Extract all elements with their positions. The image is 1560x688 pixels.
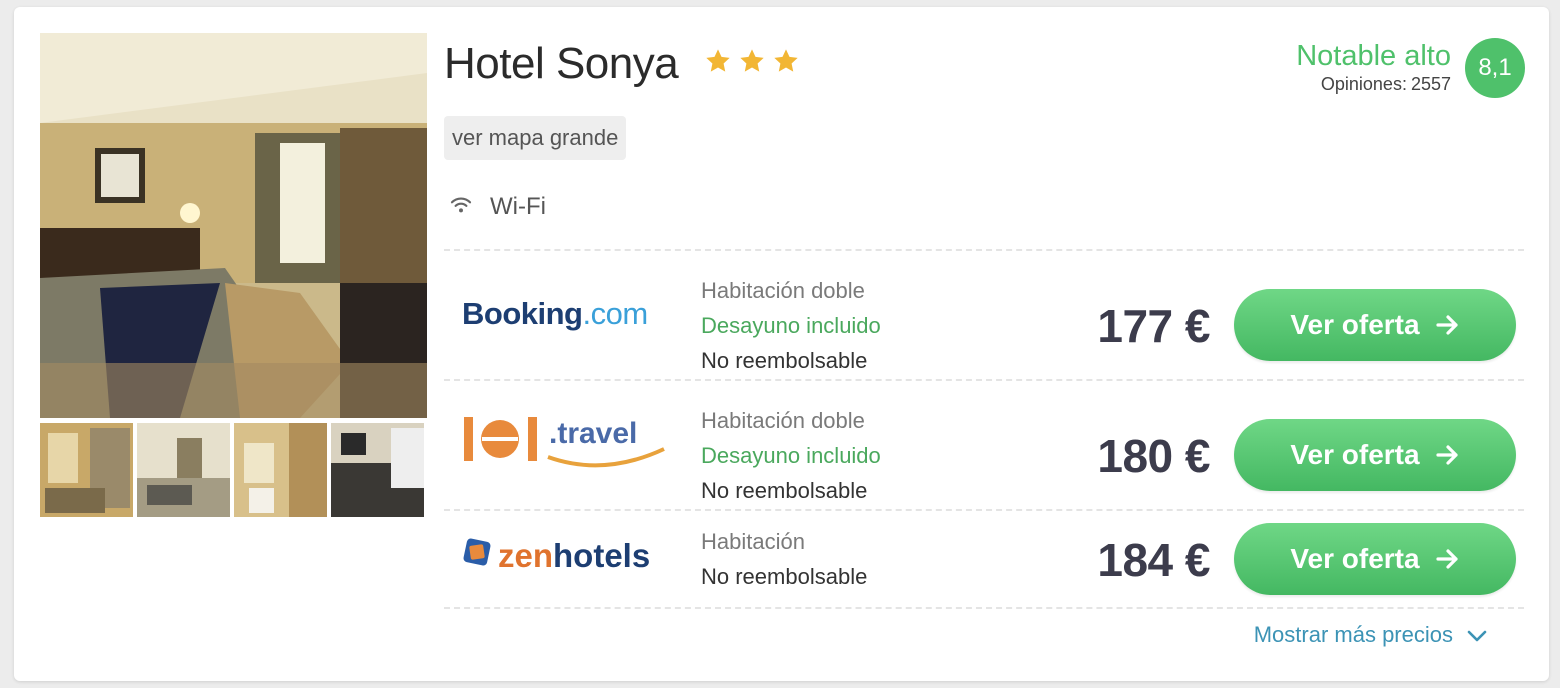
- provider-domain: .com: [582, 296, 649, 331]
- view-large-map-button[interactable]: ver mapa grande: [444, 116, 627, 160]
- offers-list: Booking.com Habitación doble Desayuno in…: [444, 249, 1524, 609]
- cancellation-policy: No reembolsable: [701, 348, 868, 373]
- room-info: Habitación No reembolsable: [701, 524, 867, 594]
- thumbnail-1[interactable]: [40, 423, 133, 517]
- provider-name: Booking: [462, 296, 583, 331]
- offer-price: 184 €: [1097, 534, 1210, 586]
- room-info: Habitación doble Desayuno incluido No re…: [701, 273, 881, 378]
- review-count-value: 2557: [1410, 74, 1451, 94]
- divider: [444, 607, 1524, 609]
- view-offer-button[interactable]: Ver oferta: [1234, 419, 1516, 491]
- room-type: Habitación doble: [701, 278, 865, 303]
- breakfast-info: Desayuno incluido: [701, 443, 881, 468]
- provider-domain: .travel: [549, 417, 637, 450]
- offer-price: 177 €: [1097, 300, 1210, 352]
- amenity-wifi: Wi-Fi: [450, 193, 546, 221]
- arrow-right-icon: [1435, 548, 1460, 570]
- room-type: Habitación doble: [701, 408, 865, 433]
- loltravel-logo[interactable]: .travel: [464, 411, 669, 478]
- offer-row: .travel Habitación doble Desayuno inclui…: [444, 381, 1524, 509]
- hotel-card: Hotel Sonya ver mapa grande Wi-Fi Notabl…: [14, 7, 1549, 681]
- amenity-label: Wi-Fi: [490, 193, 546, 220]
- rating-summary[interactable]: Notable alto Opiniones: 2557: [1296, 40, 1451, 95]
- rating-label: Notable alto: [1296, 40, 1451, 72]
- hotel-name[interactable]: Hotel Sonya: [444, 39, 679, 89]
- breakfast-info: Desayuno incluido: [701, 313, 881, 338]
- wifi-icon: [450, 196, 472, 219]
- star-icon: [738, 47, 766, 75]
- provider-domain: hotels: [553, 537, 651, 574]
- view-offer-label: Ver oferta: [1290, 543, 1420, 574]
- offer-price: 180 €: [1097, 430, 1210, 482]
- loltravel-logo-graphic: .travel: [464, 417, 665, 468]
- zenhotels-mark-icon: [462, 537, 492, 575]
- view-offer-label: Ver oferta: [1290, 309, 1420, 340]
- arrow-right-icon: [1435, 444, 1460, 466]
- thumbnail-2[interactable]: [137, 423, 230, 517]
- offer-row: zenhotels Habitación No reembolsable 184…: [444, 511, 1524, 607]
- provider-name: zen: [498, 537, 554, 574]
- rating-score-badge[interactable]: 8,1: [1465, 38, 1525, 98]
- review-count: Opiniones: 2557: [1296, 74, 1451, 95]
- hotel-stars: [704, 47, 800, 75]
- view-offer-label: Ver oferta: [1290, 439, 1420, 470]
- room-info: Habitación doble Desayuno incluido No re…: [701, 403, 881, 508]
- show-more-prices-label: Mostrar más precios: [1253, 622, 1453, 647]
- hotel-room-image: [40, 33, 427, 418]
- review-count-label: Opiniones:: [1320, 74, 1407, 94]
- room-type: Habitación: [701, 529, 805, 554]
- view-offer-button[interactable]: Ver oferta: [1234, 289, 1516, 361]
- booking-logo[interactable]: Booking.com: [462, 296, 648, 332]
- cancellation-policy: No reembolsable: [701, 564, 868, 589]
- arrow-right-icon: [1435, 314, 1460, 336]
- zenhotels-logo[interactable]: zenhotels: [462, 537, 650, 575]
- chevron-down-icon: [1467, 622, 1487, 648]
- star-icon: [704, 47, 732, 75]
- show-more-prices-link[interactable]: Mostrar más precios: [1254, 622, 1487, 648]
- thumbnail-4[interactable]: [331, 423, 424, 517]
- cancellation-policy: No reembolsable: [701, 478, 868, 503]
- thumbnail-3[interactable]: [234, 423, 327, 517]
- star-icon: [772, 47, 800, 75]
- offer-row: Booking.com Habitación doble Desayuno in…: [444, 251, 1524, 379]
- hotel-main-photo[interactable]: [40, 33, 427, 418]
- view-offer-button[interactable]: Ver oferta: [1234, 523, 1516, 595]
